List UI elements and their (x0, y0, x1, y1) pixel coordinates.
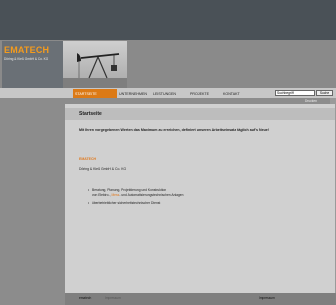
list-item: überbetrieblicher sicherheitstechnischer… (88, 201, 183, 206)
list-item-line: Beratung, Planung, Projektierung und Kon… (92, 188, 167, 192)
top-bar (0, 0, 336, 40)
intro-text: Mit Ihren vorgegebenen Werten das Maximu… (79, 128, 269, 132)
footer-impressum-link[interactable]: Impressum (105, 296, 121, 300)
company-subtitle: Döring & Kieß GmbH & Co. KG (79, 167, 127, 171)
title-bar (65, 108, 335, 120)
footer-impressum-link-right[interactable]: Impressum (259, 296, 275, 300)
logo[interactable]: EMATECH (4, 45, 49, 55)
list-item-line: überbetrieblicher sicherheitstechnischer… (92, 201, 161, 205)
nav-item-unternehmen[interactable]: UNTERNEHMEN (119, 92, 147, 96)
logo-subtitle: Döring & Kieß GmbH & Co. KG (4, 57, 49, 61)
page-title: Startseite (79, 111, 102, 117)
list-item-line-c: - und Automatisierungstechnischen Anlage… (119, 193, 184, 197)
print-link[interactable]: Drucken (305, 99, 317, 103)
nav-item-startseite[interactable]: STARTSEITE (75, 92, 97, 96)
footer-brand-link[interactable]: ematech (79, 296, 91, 300)
search-input[interactable] (275, 90, 315, 96)
header-photo-oil-pump (63, 41, 127, 88)
list-item-line-a: von Elektro-, (92, 193, 112, 197)
list-item: Beratung, Planung, Projektierung und Kon… (88, 188, 183, 198)
nav-item-projekte[interactable]: PROJEKTE (190, 92, 209, 96)
nav-item-leistungen[interactable]: LEISTUNGEN (153, 92, 176, 96)
services-list: Beratung, Planung, Projektierung und Kon… (88, 188, 183, 206)
nav-item-kontakt[interactable]: KONTAKT (223, 92, 240, 96)
company-name: EMATECH (79, 157, 97, 161)
search-button[interactable]: Suche (316, 90, 333, 96)
